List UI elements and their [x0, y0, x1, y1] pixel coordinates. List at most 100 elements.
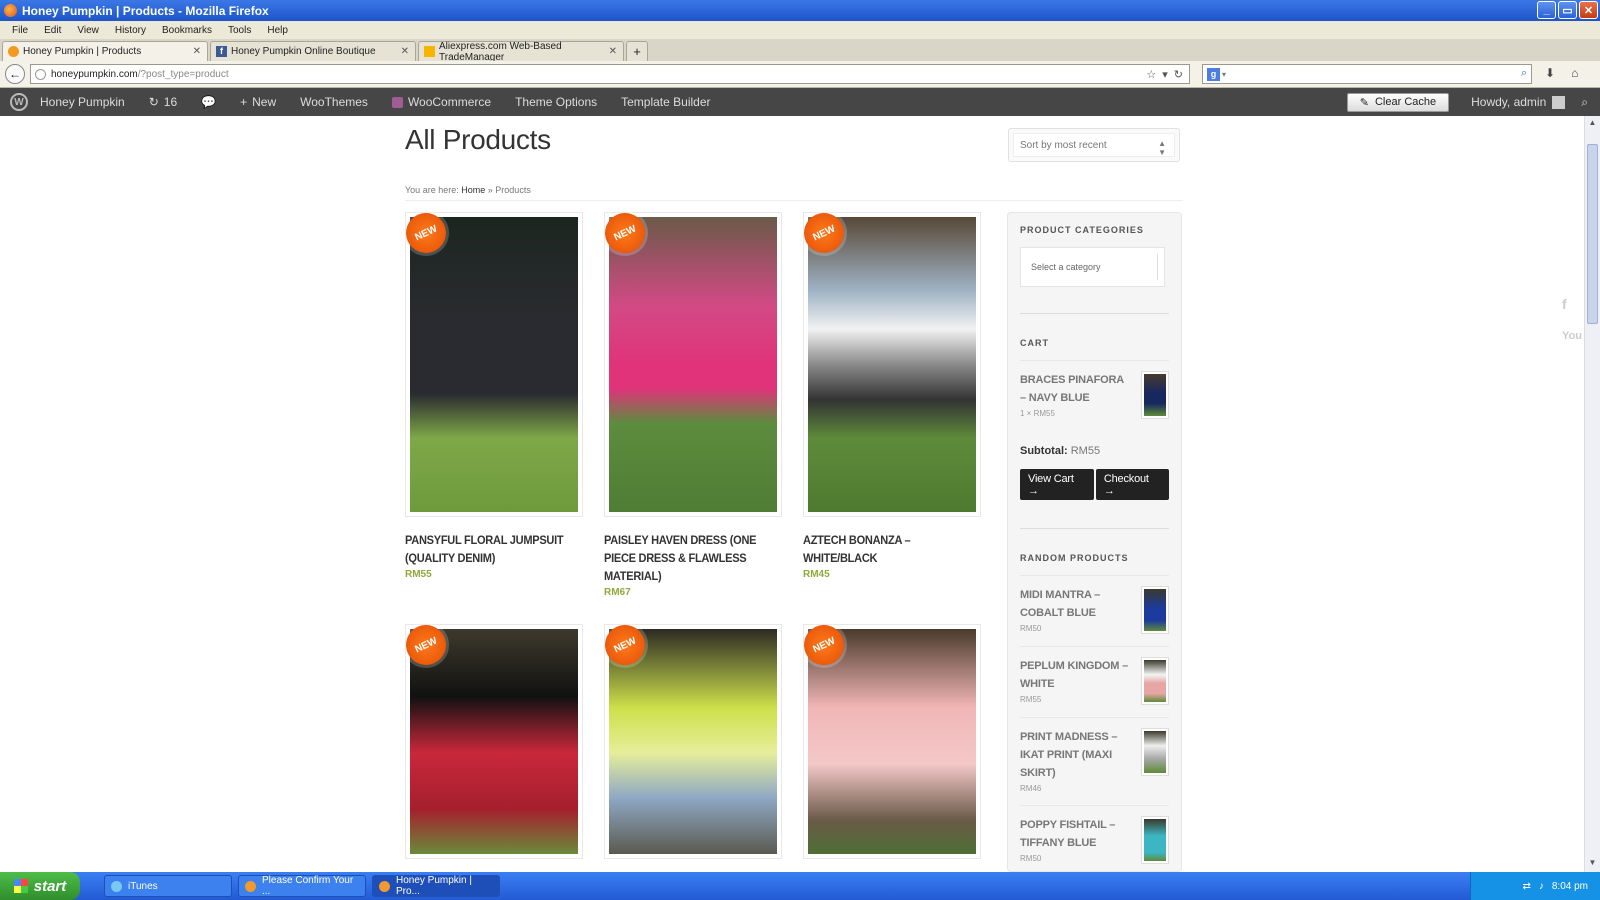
product-name[interactable]: AZTECH BONANZA – WHITE/BLACK	[803, 531, 967, 567]
product-name[interactable]: PAISLEY HAVEN DRESS (ONE PIECE DRESS & F…	[604, 531, 768, 585]
wp-admin-bar: W Honey Pumpkin ↻ 16 💬 + New WooThemes Woo…	[0, 88, 1600, 116]
menu-file[interactable]: File	[4, 25, 36, 36]
random-product-item[interactable]: MIDI MANTRA – COBALT BLUE RM50	[1020, 575, 1169, 634]
maximize-icon[interactable]: ▭	[1558, 1, 1577, 19]
product-image[interactable]: NEW	[598, 206, 782, 517]
google-icon[interactable]: g	[1207, 67, 1220, 81]
reload-icon[interactable]: ↻	[1174, 68, 1183, 81]
taskbar-item-label: Honey Pumpkin | Pro...	[396, 875, 472, 897]
menu-bookmarks[interactable]: Bookmarks	[154, 25, 220, 36]
tab-aliexpress[interactable]: Aliexpress.com Web-Based TradeManager ✕	[418, 41, 624, 63]
clock[interactable]: 8:04 pm	[1552, 881, 1588, 892]
network-icon[interactable]: ⇄	[1522, 881, 1530, 892]
random-product-thumbnail[interactable]	[1141, 586, 1169, 634]
sort-select[interactable]: Sort by most recent ▲ ▼	[1008, 128, 1180, 162]
random-product-name[interactable]: MIDI MANTRA – COBALT BLUE	[1020, 586, 1130, 622]
product-card[interactable]: NEW PAISLEY HAVEN DRESS (ONE PIECE DRESS…	[598, 206, 782, 598]
menu-tools[interactable]: Tools	[220, 25, 259, 36]
close-tab-icon[interactable]: ✕	[193, 46, 201, 57]
product-price: RM55	[405, 569, 432, 580]
product-image[interactable]: NEW	[399, 206, 583, 517]
menu-help[interactable]: Help	[259, 25, 296, 36]
product-card[interactable]: NEW PANSYFUL FLORAL JUMPSUIT (QUALITY DE…	[399, 206, 583, 580]
product-card[interactable]: NEW	[399, 618, 583, 859]
new-tab-button[interactable]: +	[626, 41, 648, 61]
admin-new[interactable]: + New	[228, 88, 288, 116]
breadcrumb: You are here: Home » Products	[405, 185, 531, 195]
home-icon[interactable]: ⌂	[1571, 66, 1578, 80]
random-product-thumbnail[interactable]	[1141, 728, 1169, 776]
product-image[interactable]: NEW	[797, 206, 981, 517]
facebook-icon[interactable]: f	[1562, 288, 1582, 320]
volume-icon[interactable]: ♪	[1539, 881, 1544, 892]
search-icon[interactable]: ⌕	[1521, 67, 1527, 80]
start-button[interactable]: start	[0, 872, 80, 900]
random-product-name[interactable]: POPPY FISHTAIL – TIFFANY BLUE	[1020, 816, 1130, 852]
search-icon[interactable]: ⌕	[1581, 95, 1588, 110]
random-product-item[interactable]: POPPY FISHTAIL – TIFFANY BLUE RM50	[1020, 805, 1169, 864]
menu-view[interactable]: View	[69, 25, 107, 36]
admin-comments[interactable]: 💬	[189, 88, 228, 116]
cart-item[interactable]: BRACES PINAFORA – NAVY BLUE 1 × RM55	[1020, 360, 1169, 419]
product-card[interactable]: NEW	[598, 618, 782, 859]
scrollbar-thumb[interactable]	[1587, 144, 1598, 324]
product-card[interactable]: NEW AZTECH BONANZA – WHITE/BLACK RM45	[797, 206, 981, 580]
product-name[interactable]: PANSYFUL FLORAL JUMPSUIT (QUALITY DENIM)	[405, 531, 569, 567]
minimize-icon[interactable]: _	[1537, 1, 1556, 19]
youtube-icon[interactable]: You	[1562, 320, 1582, 352]
product-image[interactable]: NEW	[797, 618, 981, 859]
menu-edit[interactable]: Edit	[36, 25, 69, 36]
cart-item-thumbnail[interactable]	[1141, 371, 1169, 419]
cart-subtotal: Subtotal: RM55	[1020, 445, 1169, 457]
taskbar-item-confirm[interactable]: Please Confirm Your ...	[238, 875, 366, 897]
scroll-down-icon[interactable]: ▼	[1587, 858, 1598, 870]
admin-theme-options[interactable]: Theme Options	[503, 88, 609, 116]
cart-item-name[interactable]: BRACES PINAFORA – NAVY BLUE	[1020, 371, 1130, 407]
product-image[interactable]: NEW	[399, 618, 583, 859]
search-input[interactable]: g ▾ ⌕	[1202, 64, 1532, 84]
start-label: start	[33, 877, 67, 895]
admin-woocommerce[interactable]: WooCommerce	[380, 88, 503, 116]
tab-honey-pumpkin-products[interactable]: Honey Pumpkin | Products ✕	[2, 41, 208, 61]
random-product-name[interactable]: PRINT MADNESS – IKAT PRINT (MAXI SKIRT)	[1020, 728, 1130, 782]
woocommerce-icon	[391, 96, 403, 108]
cart-heading: CART	[1020, 338, 1049, 348]
close-tab-icon[interactable]: ✕	[609, 46, 617, 57]
random-product-thumbnail[interactable]	[1141, 816, 1169, 864]
page-scrollbar[interactable]: ▲ ▼	[1584, 116, 1600, 872]
wordpress-icon[interactable]: W	[10, 93, 28, 111]
product-image[interactable]: NEW	[598, 618, 782, 859]
crumb-home-link[interactable]: Home	[461, 185, 485, 195]
product-card[interactable]: NEW	[797, 618, 981, 859]
tab-online-boutique[interactable]: f Honey Pumpkin Online Boutique ✕	[210, 41, 416, 61]
woocommerce-label: WooCommerce	[407, 95, 492, 109]
random-product-name[interactable]: PEPLUM KINGDOM – WHITE	[1020, 657, 1130, 693]
url-bar[interactable]: honeypumpkin.com/?post_type=product ☆ ▾ …	[30, 64, 1190, 84]
download-icon[interactable]: ⬇	[1545, 66, 1555, 80]
random-product-item[interactable]: PEPLUM KINGDOM – WHITE RM55	[1020, 646, 1169, 705]
admin-site-name[interactable]: Honey Pumpkin	[28, 88, 137, 116]
select-arrows-icon: ▲ ▼	[1158, 139, 1166, 157]
random-product-thumbnail[interactable]	[1141, 657, 1169, 705]
taskbar-item-honey-pumpkin[interactable]: Honey Pumpkin | Pro...	[372, 875, 500, 897]
menu-history[interactable]: History	[107, 25, 154, 36]
clear-cache-button[interactable]: ✎ Clear Cache	[1346, 92, 1450, 112]
scroll-up-icon[interactable]: ▲	[1587, 118, 1598, 130]
chevron-down-icon[interactable]: ▾	[1222, 70, 1226, 79]
back-button[interactable]: ←	[5, 64, 25, 84]
close-tab-icon[interactable]: ✕	[401, 46, 409, 57]
close-icon[interactable]: ✕	[1579, 1, 1598, 19]
checkout-button[interactable]: Checkout →	[1095, 469, 1169, 500]
random-product-item[interactable]: PRINT MADNESS – IKAT PRINT (MAXI SKIRT) R…	[1020, 717, 1169, 793]
taskbar-item-itunes[interactable]: iTunes	[104, 875, 232, 897]
admin-updates[interactable]: ↻ 16	[137, 88, 189, 116]
crumb-separator: »	[487, 185, 493, 195]
category-select[interactable]: Select a category	[1020, 247, 1165, 287]
chevron-down-icon[interactable]: ▾	[1162, 68, 1168, 81]
admin-template-builder[interactable]: Template Builder	[609, 88, 722, 116]
star-icon[interactable]: ☆	[1146, 68, 1156, 81]
admin-woothemes[interactable]: WooThemes	[288, 88, 380, 116]
admin-account[interactable]: Howdy, admin	[1471, 95, 1566, 109]
view-cart-button[interactable]: View Cart →	[1020, 469, 1094, 500]
menu-bar: File Edit View History Bookmarks Tools H…	[0, 21, 1600, 39]
